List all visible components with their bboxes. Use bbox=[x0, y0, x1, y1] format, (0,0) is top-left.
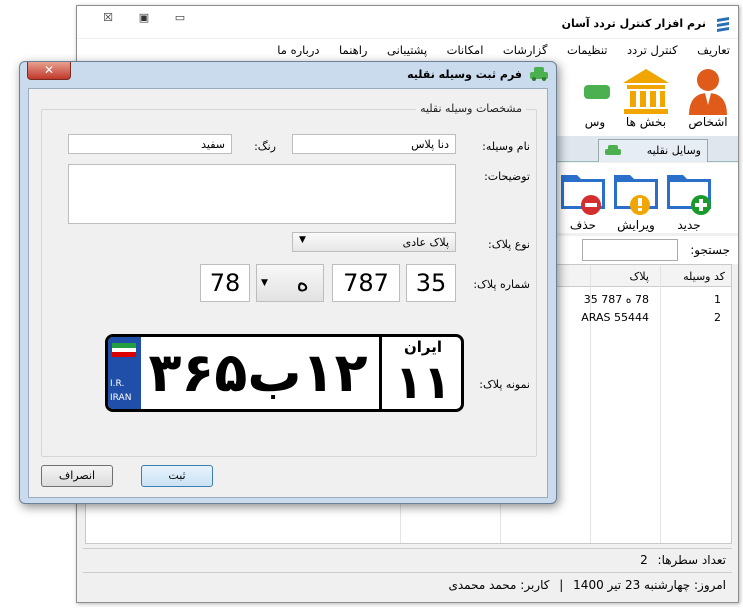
tab-vehicles[interactable]: وسایل نقلیه bbox=[598, 139, 708, 162]
app-logo-icon bbox=[717, 17, 729, 32]
new-button[interactable]: جدید bbox=[664, 169, 714, 232]
departments-label: بخش ها bbox=[625, 115, 667, 129]
menu-item-about[interactable]: درباره ما bbox=[269, 39, 327, 57]
dialog-title: فرم ثبت وسیله نقلیه bbox=[407, 68, 522, 81]
tab-vehicles-label: وسایل نقلیه bbox=[646, 144, 701, 157]
minimize-button[interactable]: ▭ bbox=[167, 10, 193, 26]
description-label: توضیحات: bbox=[484, 170, 530, 183]
cell-plate: 78 ه 787 35 bbox=[583, 293, 649, 306]
row-count-label: تعداد سطرها: bbox=[657, 553, 726, 567]
column-header-code[interactable]: کد وسیله bbox=[683, 270, 725, 283]
menu-item-support[interactable]: پشتیبانی bbox=[379, 39, 435, 57]
plate-iran: IRAN bbox=[110, 393, 132, 403]
plate-type-label: نوع پلاک: bbox=[488, 238, 530, 251]
plate-part-4[interactable]: 78 bbox=[200, 264, 250, 302]
folder-edit-icon bbox=[614, 175, 658, 215]
name-field[interactable]: دنا پلاس bbox=[292, 134, 456, 154]
menu-item-definitions[interactable]: تعاریف bbox=[689, 39, 738, 57]
plate-type-select[interactable]: پلاک عادی ▼ bbox=[292, 232, 456, 252]
row-count-value: 2 bbox=[640, 553, 648, 567]
cancel-button[interactable]: انصراف bbox=[41, 465, 113, 487]
name-label: نام وسیله: bbox=[482, 140, 530, 153]
dialog-close-button[interactable]: ✕ bbox=[27, 62, 71, 80]
cell-code: 1 bbox=[714, 293, 721, 306]
plate-type-value: پلاک عادی bbox=[402, 236, 449, 249]
status-separator: | bbox=[559, 578, 564, 592]
sample-plate: I.R. IRAN ۱۲ب۳۶۵ ایران ۱۱ bbox=[105, 334, 464, 414]
description-field[interactable] bbox=[68, 164, 456, 224]
maximize-button[interactable]: ▣ bbox=[131, 10, 157, 26]
plate-divider bbox=[379, 337, 382, 409]
vehicle-dialog: ✕ فرم ثبت وسیله نقلیه مشخصات وسیله نقلیه… bbox=[19, 61, 557, 504]
vehicles-button[interactable]: وس bbox=[580, 65, 610, 135]
persons-button[interactable]: اشخاص bbox=[680, 65, 736, 135]
vehicle-icon bbox=[584, 85, 610, 99]
menu-item-reports[interactable]: گزارشات bbox=[495, 39, 556, 57]
search-input[interactable] bbox=[582, 239, 678, 261]
delete-label: حذف bbox=[569, 218, 597, 232]
menu-item-settings[interactable]: تنظیمات bbox=[559, 39, 616, 57]
dialog-body: مشخصات وسیله نقلیه نام وسیله: دنا پلاس ر… bbox=[28, 88, 548, 498]
color-label: رنگ: bbox=[254, 140, 276, 153]
persons-label: اشخاص bbox=[688, 115, 728, 129]
submit-button[interactable]: ثبت bbox=[141, 465, 213, 487]
status-date: امروز: چهارشنبه 23 تیر 1400 bbox=[573, 578, 726, 592]
color-field[interactable]: سفید bbox=[68, 134, 232, 154]
plate-part-2[interactable]: 787 bbox=[332, 264, 400, 302]
status-user: کاربر: محمد محمدی bbox=[448, 578, 550, 592]
car-icon bbox=[530, 67, 548, 81]
window-title: نرم افزار کنترل تردد آسان bbox=[561, 17, 706, 30]
folder-delete-icon bbox=[561, 175, 605, 215]
vehicles-label: وس bbox=[584, 115, 606, 129]
row-count-bar: تعداد سطرها: 2 bbox=[83, 548, 732, 570]
iran-flag-icon bbox=[112, 343, 136, 357]
cell-code: 2 bbox=[714, 311, 721, 324]
delete-button[interactable]: حذف bbox=[558, 169, 608, 232]
new-label: جدید bbox=[677, 218, 701, 232]
car-icon bbox=[605, 145, 621, 155]
folder-add-icon bbox=[667, 175, 711, 215]
column-header-plate[interactable]: پلاک bbox=[630, 270, 649, 283]
search-label: جستجو: bbox=[690, 243, 730, 257]
person-icon bbox=[689, 69, 727, 115]
departments-button[interactable]: بخش ها bbox=[618, 65, 674, 135]
plate-part-1[interactable]: 35 bbox=[406, 264, 456, 302]
menu-item-traffic-control[interactable]: کنترل تردد bbox=[619, 39, 686, 57]
menu-item-features[interactable]: امکانات bbox=[439, 39, 492, 57]
building-icon bbox=[623, 69, 669, 114]
plate-region-number: ۱۱ bbox=[394, 355, 452, 409]
menu-bar: تعاریف کنترل تردد تنظیمات گزارشات امکانا… bbox=[77, 39, 738, 61]
chevron-down-icon: ▼ bbox=[261, 278, 268, 288]
plate-blue-strip: I.R. IRAN bbox=[108, 337, 141, 409]
cell-plate: ARAS 55444 bbox=[581, 311, 649, 324]
plate-main-text: ۱۲ب۳۶۵ bbox=[148, 341, 368, 404]
menu-item-help[interactable]: راهنما bbox=[331, 39, 375, 57]
edit-button[interactable]: ویرایش bbox=[611, 169, 661, 232]
plate-letter-select[interactable]: ه ▼ bbox=[256, 264, 324, 302]
group-title: مشخصات وسیله نقلیه bbox=[416, 102, 526, 115]
plate-ir: I.R. bbox=[110, 379, 125, 389]
chevron-down-icon: ▼ bbox=[299, 235, 306, 245]
title-bar: ☒ ▣ ▭ نرم افزار کنترل تردد آسان bbox=[77, 6, 738, 38]
close-button[interactable]: ☒ bbox=[95, 10, 121, 26]
status-bar: امروز: چهارشنبه 23 تیر 1400 | کاربر: محم… bbox=[83, 572, 732, 596]
plate-number-label: شماره پلاک: bbox=[473, 278, 530, 291]
plate-letter-value: ه bbox=[296, 269, 309, 297]
edit-label: ویرایش bbox=[617, 218, 655, 232]
sample-plate-label: نمونه پلاک: bbox=[479, 378, 530, 391]
